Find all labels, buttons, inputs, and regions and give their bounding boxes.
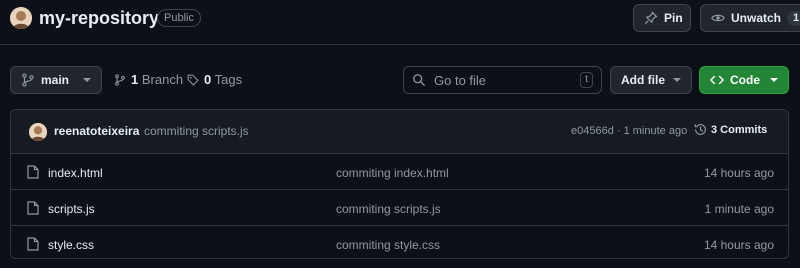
commit-meta[interactable]: e04566d · 1 minute ago — [571, 125, 687, 137]
eye-icon — [711, 11, 725, 25]
history-icon — [694, 123, 707, 136]
table-row[interactable]: scripts.js commiting scripts.js 1 minute… — [11, 191, 788, 226]
commits-history-link[interactable]: 3 Commits — [694, 123, 767, 136]
file-name[interactable]: index.html — [48, 166, 103, 180]
git-branch-icon — [21, 73, 35, 87]
tags-label: Tags — [214, 72, 243, 87]
file-commit-message[interactable]: commiting style.css — [336, 238, 440, 252]
file-icon — [27, 237, 39, 251]
owner-avatar[interactable] — [10, 7, 32, 29]
add-file-button[interactable]: Add file — [610, 66, 692, 94]
commit-author[interactable]: reenatoteixeira — [54, 124, 139, 138]
go-to-file-search[interactable]: Go to file t — [403, 66, 602, 94]
chevron-down-icon — [770, 78, 778, 82]
code-button[interactable]: Code — [699, 66, 789, 94]
search-icon — [412, 73, 426, 87]
branch-select-button[interactable]: main — [10, 66, 102, 94]
chevron-down-icon — [673, 78, 681, 82]
branch-name: main — [41, 73, 70, 87]
code-label: Code — [730, 73, 760, 87]
add-file-label: Add file — [621, 73, 665, 87]
code-icon — [710, 73, 724, 87]
commit-author-avatar[interactable] — [29, 123, 47, 141]
file-commit-time: 1 minute ago — [704, 202, 774, 216]
branches-link[interactable]: 1 Branch — [114, 72, 183, 87]
file-commit-message[interactable]: commiting index.html — [336, 166, 449, 180]
tag-icon — [187, 74, 199, 86]
visibility-badge: Public — [157, 9, 201, 27]
keyboard-shortcut-hint: t — [580, 72, 593, 88]
branches-label: Branch — [141, 72, 184, 87]
file-commit-time: 14 hours ago — [703, 166, 774, 180]
pin-icon — [644, 11, 658, 25]
file-name[interactable]: style.css — [48, 238, 94, 252]
repository-page: my-repository Public Pin Unwatch 1 main — [0, 0, 800, 268]
unwatch-button[interactable]: Unwatch 1 — [700, 4, 800, 32]
file-table: reenatoteixeira commiting scripts.js e04… — [10, 109, 789, 259]
search-input[interactable]: Go to file — [434, 73, 572, 88]
git-branch-icon — [114, 73, 126, 86]
pin-label: Pin — [664, 11, 683, 25]
branches-count: 1 — [131, 72, 139, 87]
table-row[interactable]: index.html commiting index.html 14 hours… — [11, 155, 788, 190]
file-commit-time: 14 hours ago — [703, 238, 774, 252]
unwatch-label: Unwatch — [731, 11, 782, 25]
file-name[interactable]: scripts.js — [48, 202, 95, 216]
commit-message[interactable]: commiting scripts.js — [144, 124, 249, 138]
tags-count: 0 — [204, 72, 212, 87]
file-icon — [27, 201, 39, 215]
table-row[interactable]: style.css commiting style.css 14 hours a… — [11, 227, 788, 258]
file-icon — [27, 165, 39, 179]
chevron-down-icon — [83, 78, 91, 82]
tags-link[interactable]: 0 Tags — [187, 72, 242, 87]
file-commit-message[interactable]: commiting scripts.js — [336, 202, 441, 216]
repo-header: my-repository Public Pin Unwatch 1 — [0, 0, 800, 45]
watch-count-badge: 1 — [787, 10, 800, 26]
repo-name[interactable]: my-repository — [39, 7, 159, 29]
latest-commit-bar: reenatoteixeira commiting scripts.js e04… — [11, 110, 788, 154]
pin-button[interactable]: Pin — [633, 4, 691, 32]
commits-label: 3 Commits — [711, 123, 768, 136]
